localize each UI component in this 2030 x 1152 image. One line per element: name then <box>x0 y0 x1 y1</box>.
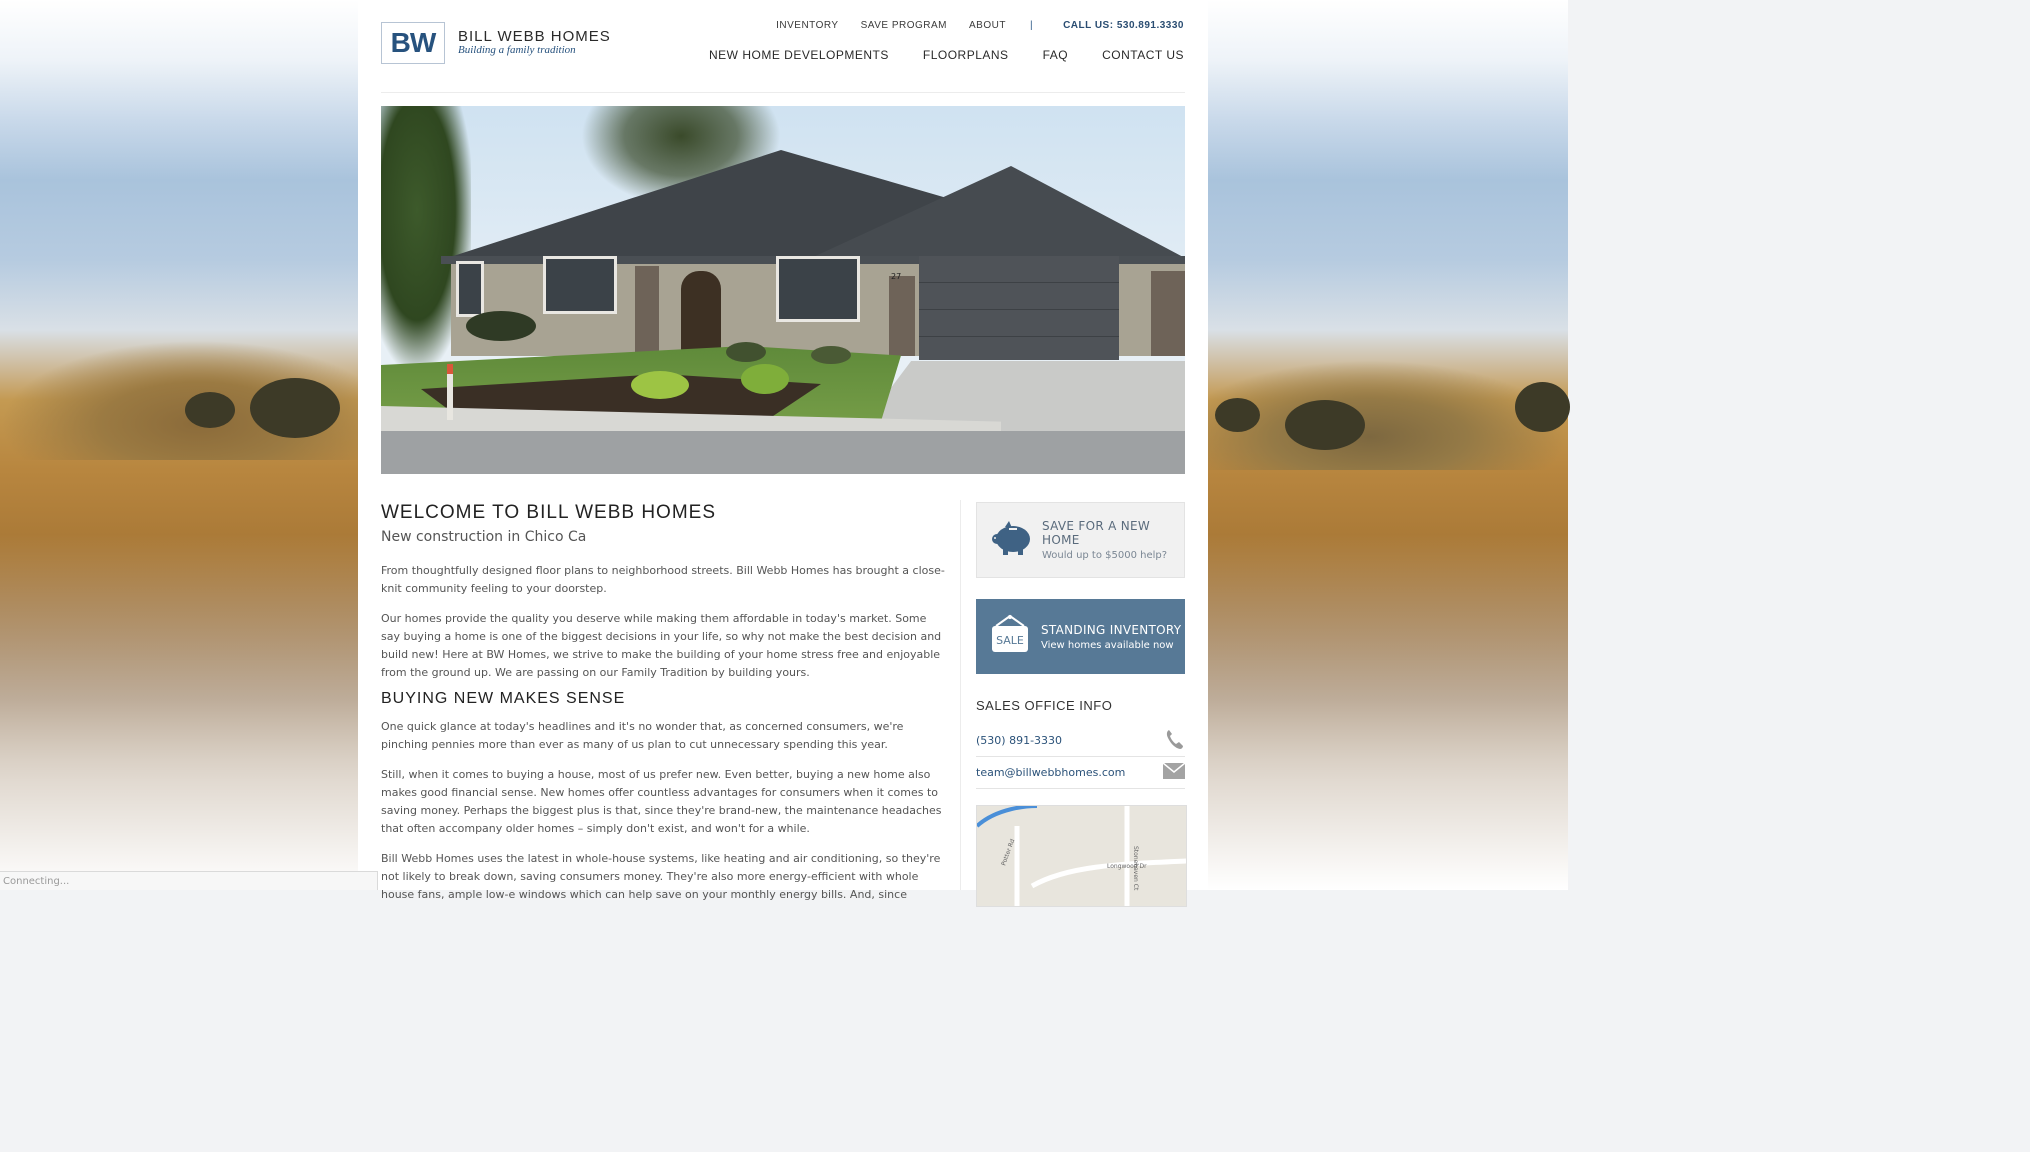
welcome-paragraph: From thoughtfully designed floor plans t… <box>381 564 945 595</box>
sale-sign-label: SALE <box>996 634 1024 647</box>
phone-link[interactable]: (530) 891-3330 <box>976 734 1062 747</box>
main-nav: NEW HOME DEVELOPMENTS FLOORPLANS FAQ CON… <box>675 48 1184 62</box>
map-label: Longwood Dr <box>1107 863 1147 870</box>
page-container: BW BILL WEBB HOMES Building a family tra… <box>358 0 1208 907</box>
save-card-subtitle: Would up to $5000 help? <box>1042 550 1168 561</box>
sales-office-heading: SALES OFFICE INFO <box>976 698 1113 713</box>
main-content: WELCOME TO BILL WEBB HOMES New construct… <box>381 500 945 904</box>
save-for-new-home-card[interactable]: SAVE FOR A NEW HOME Would up to $5000 he… <box>976 502 1185 578</box>
nav-separator: | <box>1029 20 1034 31</box>
top-nav: INVENTORY SAVE PROGRAM ABOUT | CALL US: … <box>754 20 1184 31</box>
welcome-paragraph: Our homes provide the quality you deserv… <box>381 612 942 679</box>
buying-paragraph: Bill Webb Homes uses the latest in whole… <box>381 852 941 901</box>
background-tree <box>250 378 340 438</box>
nav-about[interactable]: ABOUT <box>969 20 1006 31</box>
background-tree <box>1515 382 1570 432</box>
browser-status-bar: Connecting... <box>0 871 378 890</box>
welcome-heading: WELCOME TO BILL WEBB HOMES <box>381 502 716 523</box>
buying-heading: BUYING NEW MAKES SENSE <box>381 690 626 707</box>
header-divider <box>381 92 1185 93</box>
background-tree <box>185 392 235 428</box>
inventory-card-subtitle: View homes available now <box>1041 639 1174 651</box>
house-number: 27 <box>891 272 902 281</box>
buying-paragraph: One quick glance at today's headlines an… <box>381 720 904 751</box>
nav-new-home-developments[interactable]: NEW HOME DEVELOPMENTS <box>709 48 889 62</box>
logo-tagline: Building a family tradition <box>458 44 576 56</box>
welcome-subheading: New construction in Chico Ca <box>381 529 587 545</box>
column-divider <box>960 500 961 890</box>
save-card-title: SAVE FOR A NEW HOME <box>1042 519 1151 547</box>
logo-monogram[interactable]: BW <box>381 22 445 64</box>
background-hill-right <box>1208 360 1568 470</box>
sales-office-map[interactable]: Potter Rd Stonehaven Ct Longwood Dr <box>976 805 1187 907</box>
sale-sign-icon: SALE <box>990 614 1030 660</box>
phone-icon <box>1165 728 1185 753</box>
background-tree <box>1285 400 1365 450</box>
envelope-icon <box>1162 762 1186 782</box>
hero-house-image: 27 <box>381 106 1185 474</box>
nav-faq[interactable]: FAQ <box>1043 48 1069 62</box>
buying-paragraph: Still, when it comes to buying a house, … <box>381 768 942 835</box>
call-us-link[interactable]: CALL US: 530.891.3330 <box>1063 20 1184 31</box>
sidebar: SAVE FOR A NEW HOME Would up to $5000 he… <box>976 502 1187 907</box>
phone-row: (530) 891-3330 <box>976 725 1185 757</box>
nav-inventory[interactable]: INVENTORY <box>776 20 838 31</box>
email-row: team@billwebbhomes.com <box>976 757 1186 789</box>
piggy-bank-icon <box>991 519 1033 561</box>
nav-floorplans[interactable]: FLOORPLANS <box>923 48 1009 62</box>
nav-save-program[interactable]: SAVE PROGRAM <box>861 20 947 31</box>
inventory-card-title: STANDING INVENTORY <box>1041 622 1182 637</box>
map-label: Potter Rd <box>1000 838 1016 867</box>
logo-name[interactable]: BILL WEBB HOMES <box>458 28 611 45</box>
email-link[interactable]: team@billwebbhomes.com <box>976 766 1125 779</box>
nav-contact-us[interactable]: CONTACT US <box>1102 48 1184 62</box>
standing-inventory-card[interactable]: SALE STANDING INVENTORY View homes avail… <box>976 599 1185 674</box>
background-tree <box>1215 398 1260 432</box>
